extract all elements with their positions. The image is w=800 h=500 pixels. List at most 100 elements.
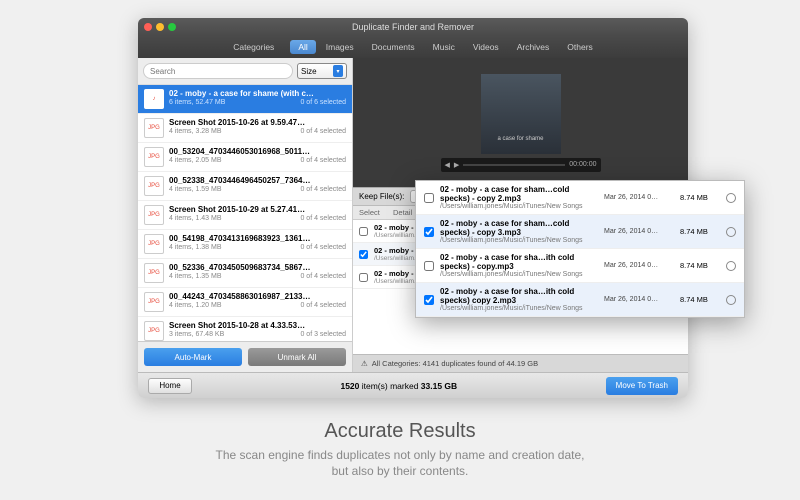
tab-categories[interactable]: Categories bbox=[225, 40, 282, 54]
reveal-icon[interactable] bbox=[726, 193, 736, 203]
group-meta-selected: 0 of 4 selected bbox=[300, 128, 346, 135]
row-checkbox[interactable] bbox=[359, 250, 368, 259]
row-checkbox[interactable] bbox=[424, 227, 434, 237]
dup-date: Mar 26, 2014 0… bbox=[604, 296, 674, 303]
status-text: All Categories: 4141 duplicates found of… bbox=[372, 359, 538, 368]
group-item[interactable]: JPGScreen Shot 2015-10-28 at 4.33.53…3 i… bbox=[138, 317, 352, 341]
popout-row[interactable]: 02 - moby - a case for sha…ith cold spec… bbox=[416, 283, 744, 317]
summary-count: 1520 bbox=[340, 381, 359, 391]
group-name: Screen Shot 2015-10-29 at 5.27.41… bbox=[169, 205, 346, 214]
summary-size: 33.15 GB bbox=[421, 381, 457, 391]
reveal-icon[interactable] bbox=[726, 295, 736, 305]
sort-select[interactable]: Size ▾ bbox=[297, 63, 347, 79]
group-item[interactable]: JPG00_54198_4703413169683923_1361…4 item… bbox=[138, 230, 352, 259]
group-item[interactable]: JPG00_44243_4703458863016987_2133…4 item… bbox=[138, 288, 352, 317]
dup-size: 8.74 MB bbox=[680, 295, 720, 304]
group-item[interactable]: JPG00_52336_4703450509683734_5867…4 item… bbox=[138, 259, 352, 288]
row-checkbox[interactable] bbox=[424, 193, 434, 203]
file-thumb-icon: JPG bbox=[144, 118, 164, 138]
dup-size: 8.74 MB bbox=[680, 193, 720, 202]
dup-title: 02 - moby - a case for sham…cold specks)… bbox=[440, 185, 598, 203]
dup-path: /Users/william.jones/Music/iTunes/New So… bbox=[440, 305, 598, 312]
dup-size: 8.74 MB bbox=[680, 227, 720, 236]
group-meta-selected: 0 of 6 selected bbox=[300, 99, 346, 106]
tab-music[interactable]: Music bbox=[425, 40, 463, 54]
prev-icon[interactable]: ◀ bbox=[445, 161, 450, 169]
group-meta-selected: 0 of 4 selected bbox=[300, 244, 346, 251]
home-button[interactable]: Home bbox=[148, 378, 192, 394]
dup-title: 02 - moby - a case for sha…ith cold spec… bbox=[440, 287, 598, 305]
group-meta-items: 4 items, 1.35 MB bbox=[169, 273, 222, 280]
search-input[interactable] bbox=[143, 63, 293, 79]
search-row: Size ▾ bbox=[138, 58, 352, 85]
album-cover: a case for shame bbox=[481, 74, 561, 154]
group-item[interactable]: JPG Screen Shot 2015-10-29 at 5.27.41…4 i… bbox=[138, 201, 352, 230]
group-name: 00_52338_4703446496450257_7364… bbox=[169, 176, 346, 185]
file-thumb-icon: JPG bbox=[144, 147, 164, 167]
group-item[interactable]: ♪ 02 - moby - a case for shame (with c…6 … bbox=[138, 85, 352, 114]
col-detail: Detail bbox=[393, 208, 412, 217]
file-thumb-icon: JPG bbox=[144, 205, 164, 225]
dup-title: 02 - moby - a case for sha…ith cold spec… bbox=[440, 253, 598, 271]
group-name: Screen Shot 2015-10-26 at 9.59.47… bbox=[169, 118, 346, 127]
file-thumb-icon: ♪ bbox=[144, 89, 164, 109]
group-meta-selected: 0 of 3 selected bbox=[300, 331, 346, 338]
group-meta-items: 4 items, 1.38 MB bbox=[169, 244, 222, 251]
group-name: 02 - moby - a case for shame (with c… bbox=[169, 89, 346, 98]
status-bar: ⚠ All Categories: 4141 duplicates found … bbox=[353, 354, 688, 372]
timecode: 00:00:00 bbox=[569, 161, 596, 168]
group-name: 00_54198_4703413169683923_1361… bbox=[169, 234, 346, 243]
tab-others[interactable]: Others bbox=[559, 40, 601, 54]
album-title: a case for shame bbox=[497, 136, 543, 142]
group-meta-items: 6 items, 52.47 MB bbox=[169, 99, 225, 106]
sidebar: Size ▾ ♪ 02 - moby - a case for shame (wi… bbox=[138, 58, 353, 372]
row-checkbox[interactable] bbox=[359, 273, 368, 282]
automark-button[interactable]: Auto-Mark bbox=[144, 348, 242, 366]
group-name: 00_44243_4703458863016987_2133… bbox=[169, 292, 346, 301]
selection-summary: 1520 item(s) marked 33.15 GB bbox=[200, 381, 598, 391]
group-item[interactable]: JPG Screen Shot 2015-10-26 at 9.59.47…4 i… bbox=[138, 114, 352, 143]
row-checkbox[interactable] bbox=[424, 295, 434, 305]
group-meta-items: 4 items, 1.20 MB bbox=[169, 302, 222, 309]
popout-row[interactable]: 02 - moby - a case for sham…cold specks)… bbox=[416, 215, 744, 249]
sort-label: Size bbox=[301, 67, 317, 76]
seek-slider[interactable] bbox=[463, 164, 565, 166]
tab-documents[interactable]: Documents bbox=[364, 40, 423, 54]
popout-row[interactable]: 02 - moby - a case for sham…cold specks)… bbox=[416, 181, 744, 215]
dup-date: Mar 26, 2014 0… bbox=[604, 262, 674, 269]
group-meta-items: 4 items, 1.43 MB bbox=[169, 215, 222, 222]
popout-row[interactable]: 02 - moby - a case for sha…ith cold spec… bbox=[416, 249, 744, 283]
group-name: Screen Shot 2015-10-28 at 4.33.53… bbox=[169, 321, 346, 330]
sidebar-footer: Auto-Mark Unmark All bbox=[138, 341, 352, 372]
tab-images[interactable]: Images bbox=[318, 40, 362, 54]
chevron-down-icon: ▾ bbox=[333, 65, 343, 77]
group-meta-selected: 0 of 4 selected bbox=[300, 186, 346, 193]
group-item[interactable]: JPG00_52338_4703446496450257_7364…4 item… bbox=[138, 172, 352, 201]
tab-archives[interactable]: Archives bbox=[509, 40, 558, 54]
group-item[interactable]: JPG00_53204_4703446053016968_5011…4 item… bbox=[138, 143, 352, 172]
group-meta-items: 4 items, 3.28 MB bbox=[169, 128, 222, 135]
dup-path: /Users/william.jones/Music/iTunes/New So… bbox=[440, 237, 598, 244]
keep-label: Keep File(s): bbox=[359, 192, 404, 201]
reveal-icon[interactable] bbox=[726, 227, 736, 237]
unmark-all-button[interactable]: Unmark All bbox=[248, 348, 346, 366]
popout-detail: 02 - moby - a case for sham…cold specks)… bbox=[415, 180, 745, 318]
file-thumb-icon: JPG bbox=[144, 321, 164, 341]
warning-icon: ⚠ bbox=[361, 359, 368, 368]
dup-path: /Users/william.jones/Music/iTunes/New So… bbox=[440, 203, 598, 210]
tab-videos[interactable]: Videos bbox=[465, 40, 507, 54]
file-thumb-icon: JPG bbox=[144, 176, 164, 196]
tab-all[interactable]: All bbox=[290, 40, 315, 54]
move-to-trash-button[interactable]: Move To Trash bbox=[606, 377, 678, 395]
bottom-bar: Home 1520 item(s) marked 33.15 GB Move T… bbox=[138, 372, 688, 398]
group-list: ♪ 02 - moby - a case for shame (with c…6 … bbox=[138, 85, 352, 341]
play-icon[interactable]: ▶ bbox=[454, 161, 459, 169]
row-checkbox[interactable] bbox=[359, 227, 368, 236]
playbar[interactable]: ◀ ▶ 00:00:00 bbox=[441, 158, 601, 172]
dup-path: /Users/william.jones/Music/iTunes/New So… bbox=[440, 271, 598, 278]
dup-size: 8.74 MB bbox=[680, 261, 720, 270]
marketing-caption: Accurate Results The scan engine finds d… bbox=[0, 420, 800, 479]
row-checkbox[interactable] bbox=[424, 261, 434, 271]
category-tabbar: Categories AllImagesDocumentsMusicVideosA… bbox=[138, 36, 688, 58]
reveal-icon[interactable] bbox=[726, 261, 736, 271]
